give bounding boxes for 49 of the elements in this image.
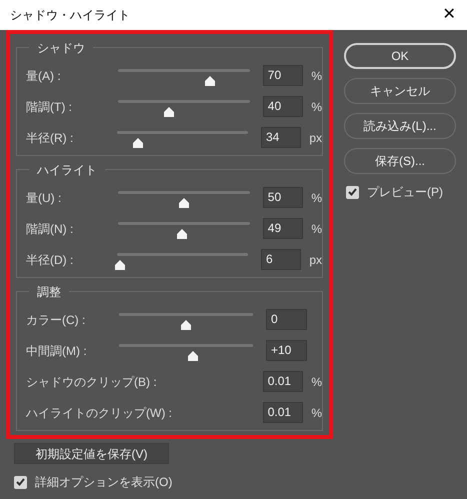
field-label: 階調(N) :	[26, 220, 74, 238]
value-field[interactable]: 6	[261, 249, 302, 270]
unit-label: px	[309, 130, 322, 146]
field-label: シャドウのクリップ(B) :	[26, 374, 158, 390]
checkmark-icon	[348, 188, 357, 196]
field-label: カラー(C) :	[26, 312, 86, 328]
unit-label: %	[311, 374, 322, 390]
value-field[interactable]: 0.01	[262, 402, 304, 423]
slider-thumb[interactable]	[132, 138, 144, 148]
save-defaults-button[interactable]: 初期設定値を保存(V)	[14, 443, 169, 464]
slider-thumb[interactable]	[178, 198, 190, 208]
field-label: 中間調(M) :	[26, 342, 88, 360]
slider-thumb[interactable]	[114, 260, 126, 270]
unit-label: %	[311, 404, 322, 422]
field-label: 量(U) :	[26, 190, 62, 206]
slider-thumb[interactable]	[204, 76, 216, 86]
window-title: シャドウ・ハイライト	[10, 7, 130, 24]
dialog-button[interactable]: 読み込み(L)...	[344, 113, 456, 139]
dialog-button[interactable]: 保存(S)...	[344, 148, 456, 174]
field-label: 半径(R) :	[26, 130, 74, 146]
unit-label: px	[309, 252, 322, 268]
value-field[interactable]: 0	[266, 309, 307, 330]
checkbox[interactable]	[14, 476, 27, 488]
dialog-button[interactable]: キャンセル	[344, 78, 456, 104]
value-field[interactable]: 0.01	[262, 371, 304, 392]
slider-thumb[interactable]	[180, 320, 192, 330]
slider-thumb[interactable]	[176, 228, 188, 238]
checkbox-label: 詳細オプションを表示(O)	[35, 474, 172, 491]
value-field[interactable]: 34	[261, 127, 302, 148]
checkmark-icon	[16, 478, 25, 486]
value-field[interactable]: 40	[262, 96, 304, 117]
checkbox-label: プレビュー(P)	[367, 184, 443, 201]
field-label: ハイライトのクリップ(W) :	[26, 404, 173, 422]
field-label: 階調(T) :	[26, 98, 73, 116]
unit-label: %	[311, 220, 322, 238]
slider-thumb[interactable]	[163, 106, 176, 116]
unit-label: %	[311, 68, 322, 84]
value-field[interactable]: +10	[266, 340, 307, 361]
field-label: 量(A) :	[26, 68, 62, 84]
dialog-button[interactable]: OK	[344, 43, 456, 69]
value-field[interactable]: 50	[262, 187, 304, 208]
value-field[interactable]: 70	[262, 65, 304, 86]
checkbox[interactable]	[346, 186, 359, 198]
unit-label: %	[311, 98, 322, 116]
close-button[interactable]: ✕	[437, 3, 461, 27]
field-label: 半径(D) :	[26, 252, 74, 268]
unit-label: %	[311, 190, 322, 206]
value-field[interactable]: 49	[262, 218, 304, 239]
slider-thumb[interactable]	[186, 350, 199, 360]
